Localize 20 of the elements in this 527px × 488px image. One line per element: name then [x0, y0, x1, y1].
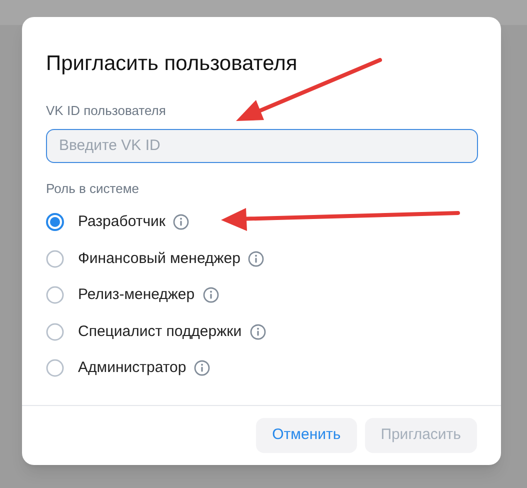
info-icon[interactable]: [173, 214, 190, 230]
field-label: VK ID пользователя: [46, 102, 167, 120]
info-icon[interactable]: [194, 360, 210, 376]
dialog-title: Пригласить пользователя: [46, 51, 298, 77]
radio-button[interactable]: [46, 286, 64, 304]
radio-button[interactable]: [46, 250, 64, 268]
radio-button[interactable]: [46, 213, 64, 232]
input-field[interactable]: Введите VK ID: [46, 128, 478, 162]
dialog-button[interactable]: Отменить: [256, 418, 357, 453]
info-icon[interactable]: [202, 287, 219, 304]
role-label: Релиз-менеджер: [78, 285, 195, 305]
info-icon[interactable]: [250, 324, 266, 340]
role-label: Разработчик: [78, 212, 166, 232]
role-label: Финансовый менеджер: [78, 248, 240, 268]
info-icon[interactable]: [248, 250, 264, 267]
radio-button[interactable]: [46, 359, 64, 378]
role-label: Администратор: [78, 358, 186, 378]
role-label: Специалист поддержки: [78, 322, 242, 342]
radio-button[interactable]: [46, 322, 64, 341]
section-label: Роль в системе: [46, 180, 140, 198]
